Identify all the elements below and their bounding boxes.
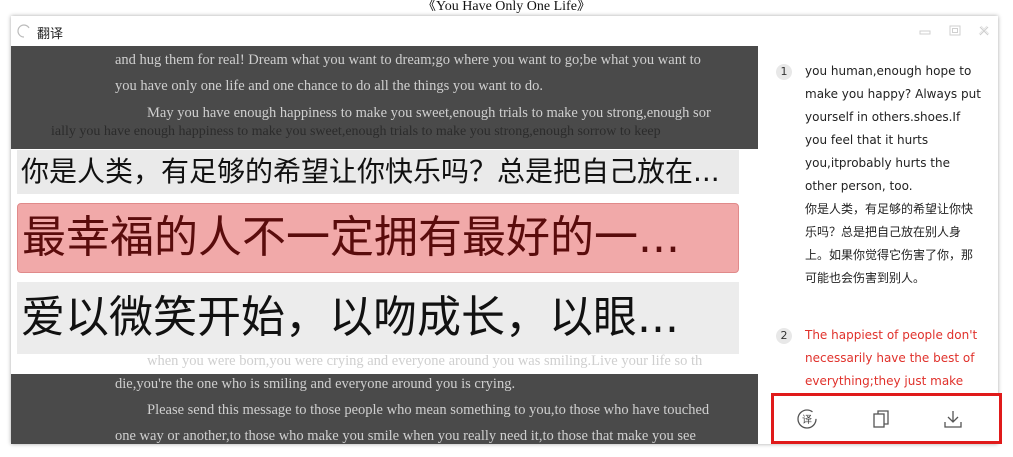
app-title: 翻译 [37, 27, 64, 42]
translate-icon[interactable]: 译 [796, 408, 818, 430]
action-toolbar: 译 [771, 393, 1002, 444]
captured-line[interactable]: 爱以微笑开始，以吻成长，以眼... [17, 282, 739, 354]
document-title: 《You Have Only One Life》 [422, 0, 591, 14]
captured-line[interactable]: 你是人类，有足够的希望让你快乐吗？总是把自己放在... [17, 150, 739, 194]
close-icon[interactable] [977, 24, 991, 38]
document-line: one way or another,to those who make you… [115, 428, 696, 444]
app-logo-icon [17, 24, 30, 38]
download-icon[interactable] [942, 408, 964, 430]
document-line: when you were born,you were crying and e… [147, 353, 703, 369]
entry-number: 2 [776, 328, 792, 344]
minimize-icon[interactable] [918, 24, 932, 38]
entry-number: 1 [776, 64, 792, 80]
title-bar[interactable]: 翻译 [11, 16, 998, 46]
document-line-partial: ially you have enough happiness to make … [51, 124, 661, 139]
entry-english: you human,enough hope to make you happy?… [805, 64, 981, 193]
results-pane: 1 you human,enough hope to make you happ… [758, 46, 998, 444]
document-line: and hug them for real! Dream what you wa… [115, 52, 701, 68]
document-line: Please send this message to those people… [147, 402, 710, 418]
captured-line-selected[interactable]: 最幸福的人不一定拥有最好的一... [17, 203, 739, 273]
document-line: die,you're the one who is smiling and ev… [115, 376, 516, 392]
copy-icon[interactable] [870, 408, 892, 430]
translate-icon-label: 译 [802, 414, 812, 426]
translation-window: 翻译 and hug them for real! Dream what you… [11, 16, 998, 444]
document-line: you have only one life and one chance to… [115, 78, 544, 94]
entry-chinese: 你是人类，有足够的希望让你快乐吗？总是把自己放在别人身上。如果你觉得它伤害了你，… [805, 202, 974, 285]
maximize-icon[interactable] [948, 24, 962, 38]
capture-pane: and hug them for real! Dream what you wa… [11, 46, 758, 444]
document-line: May you have enough happiness to make yo… [147, 105, 711, 121]
result-entry[interactable]: you human,enough hope to make you happy?… [805, 60, 981, 290]
